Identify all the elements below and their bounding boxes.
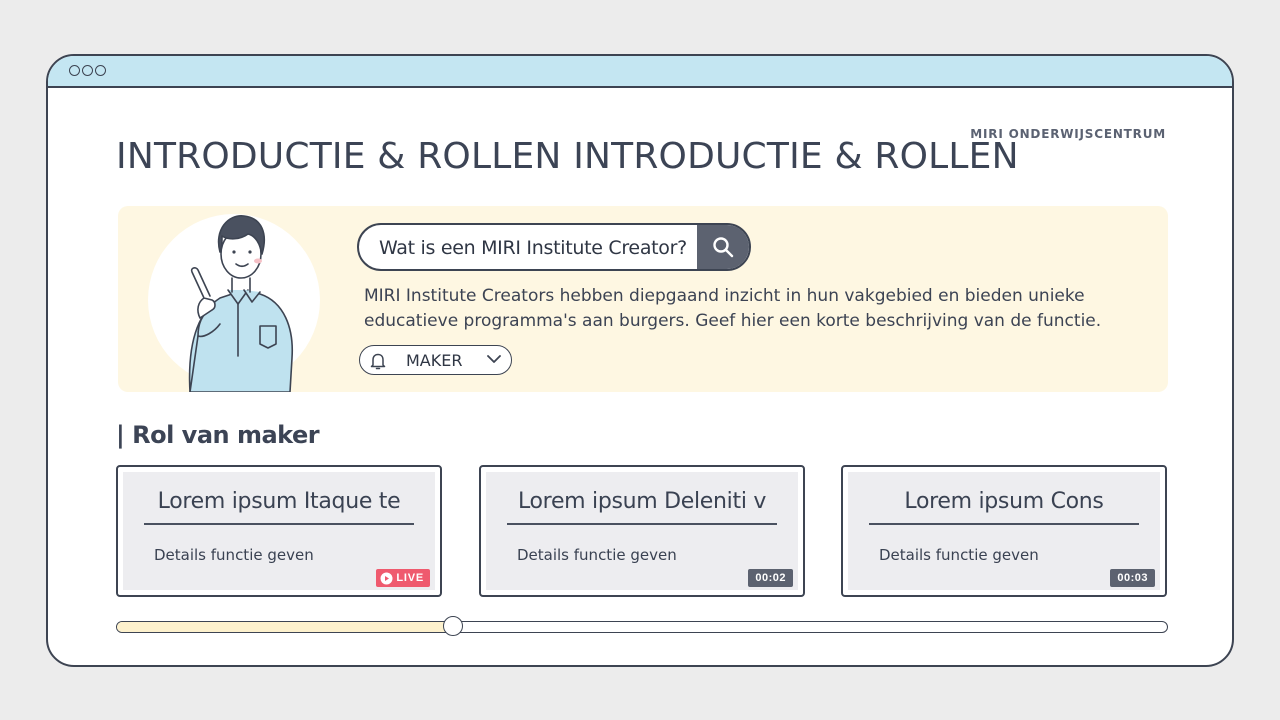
bell-icon	[370, 353, 386, 370]
role-card[interactable]: Lorem ipsum Cons Details functie geven 0…	[841, 465, 1167, 597]
card-detail: Details functie geven	[154, 546, 314, 564]
window-control-1[interactable]	[69, 65, 80, 76]
card-title: Lorem ipsum Itaque te	[157, 489, 401, 514]
play-circle-icon	[380, 572, 393, 584]
hero-panel: Wat is een MIRI Institute Creator? MIRI …	[118, 206, 1168, 392]
live-badge: LIVE	[376, 569, 430, 587]
slider-thumb[interactable]	[443, 616, 463, 636]
duration-badge: 00:02	[748, 569, 793, 587]
card-body: Lorem ipsum Deleniti v Details functie g…	[486, 472, 798, 590]
live-badge-label: LIVE	[396, 572, 424, 584]
card-divider	[507, 523, 777, 525]
card-detail: Details functie geven	[517, 546, 677, 564]
card-body: Lorem ipsum Itaque te Details functie ge…	[123, 472, 435, 590]
section-title: | Rol van maker	[116, 421, 320, 449]
role-dropdown-value: MAKER	[406, 351, 463, 370]
window-control-2[interactable]	[82, 65, 93, 76]
search-button[interactable]	[697, 225, 749, 269]
role-card[interactable]: Lorem ipsum Deleniti v Details functie g…	[479, 465, 805, 597]
card-body: Lorem ipsum Cons Details functie geven 0…	[848, 472, 1160, 590]
window-control-3[interactable]	[95, 65, 106, 76]
role-card[interactable]: Lorem ipsum Itaque te Details functie ge…	[116, 465, 442, 597]
card-title: Lorem ipsum Cons	[904, 489, 1104, 514]
card-detail: Details functie geven	[879, 546, 1039, 564]
role-dropdown[interactable]: MAKER	[359, 345, 512, 375]
chevron-down-icon	[487, 355, 501, 363]
search-icon	[713, 237, 734, 258]
search-input[interactable]: Wat is een MIRI Institute Creator?	[379, 237, 687, 259]
person-illustration	[188, 215, 294, 392]
page-title: INTRODUCTIE & ROLLEN INTRODUCTIE & ROLLE…	[116, 136, 1019, 177]
app-window: MIRI ONDERWIJSCENTRUM INTRODUCTIE & ROLL…	[46, 54, 1234, 667]
title-bar	[48, 56, 1232, 88]
card-divider	[144, 523, 414, 525]
card-divider	[869, 523, 1139, 525]
card-title: Lorem ipsum Deleniti v	[517, 489, 767, 514]
duration-badge: 00:03	[1110, 569, 1155, 587]
progress-slider[interactable]	[116, 616, 1168, 636]
slider-fill	[117, 622, 453, 632]
role-description: MIRI Institute Creators hebben diepgaand…	[364, 286, 1102, 331]
search-box[interactable]: Wat is een MIRI Institute Creator?	[357, 223, 751, 271]
